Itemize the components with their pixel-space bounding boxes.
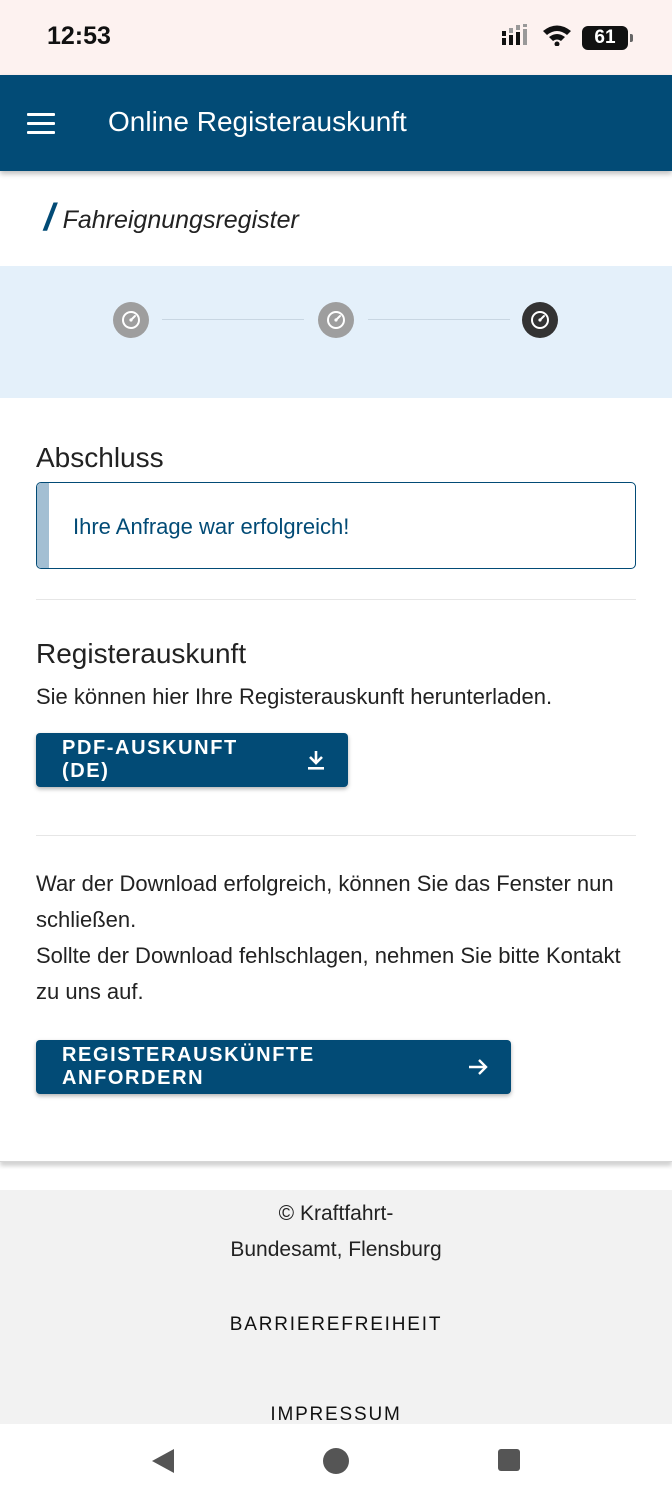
copyright: © Kraftfahrt- Bundesamt, Flensburg bbox=[0, 1196, 672, 1268]
alert-accent-bar bbox=[37, 483, 49, 568]
footer-link-accessibility[interactable]: BARRIEREFREIHEIT bbox=[0, 1314, 672, 1336]
status-bar: 12:53 61 bbox=[0, 0, 672, 75]
download-info-line-1: War der Download erfolgreich, können Sie… bbox=[36, 871, 614, 932]
recents-icon[interactable] bbox=[497, 1448, 521, 1477]
system-nav-bar bbox=[0, 1424, 672, 1496]
content-card-edge bbox=[0, 1152, 672, 1162]
battery-icon: 61 bbox=[582, 25, 633, 50]
request-register-button[interactable]: REGISTERAUSKÜNFTE ANFORDERN bbox=[36, 1040, 511, 1094]
back-icon[interactable] bbox=[150, 1448, 176, 1479]
request-register-label: REGISTERAUSKÜNFTE ANFORDERN bbox=[62, 1044, 315, 1089]
pdf-download-button[interactable]: PDF-AUSKUNFT (DE) bbox=[36, 733, 348, 787]
app-bar: Online Registerauskunft bbox=[0, 75, 672, 171]
step-2-speedometer-icon bbox=[318, 302, 354, 338]
wifi-icon bbox=[542, 24, 572, 51]
step-1-speedometer-icon bbox=[113, 302, 149, 338]
arrow-right-icon bbox=[467, 1057, 489, 1077]
copyright-line-1: © Kraftfahrt- bbox=[278, 1202, 394, 1225]
status-time: 12:53 bbox=[47, 22, 111, 50]
app-title: Online Registerauskunft bbox=[108, 106, 407, 137]
divider bbox=[36, 835, 636, 836]
progress-stepper bbox=[0, 266, 672, 398]
step-3-speedometer-icon bbox=[522, 302, 558, 338]
stepper-connector bbox=[162, 319, 304, 320]
download-icon bbox=[306, 749, 326, 771]
footer: © Kraftfahrt- Bundesamt, Flensburg BARRI… bbox=[0, 1190, 672, 1426]
signal-icon bbox=[502, 24, 532, 51]
home-icon[interactable] bbox=[322, 1447, 350, 1480]
download-info-text: War der Download erfolgreich, können Sie… bbox=[36, 866, 646, 1010]
pdf-download-label: PDF-AUSKUNFT (DE) bbox=[62, 737, 238, 782]
alert-message: Ihre Anfrage war erfolgreich! bbox=[73, 514, 350, 539]
footer-link-imprint[interactable]: IMPRESSUM bbox=[0, 1404, 672, 1426]
download-info-line-2: Sollte der Download fehlschlagen, nehmen… bbox=[36, 943, 621, 1004]
registerauskunft-heading: Registerauskunft bbox=[36, 638, 247, 669]
battery-level: 61 bbox=[594, 26, 616, 48]
stepper-connector bbox=[368, 319, 510, 320]
copyright-line-2: Bundesamt, Flensburg bbox=[230, 1238, 442, 1261]
success-alert: Ihre Anfrage war erfolgreich! bbox=[36, 482, 636, 569]
registerauskunft-description: Sie können hier Ihre Registerauskunft he… bbox=[36, 684, 553, 709]
breadcrumb-separator: / bbox=[44, 197, 55, 239]
hamburger-menu-icon[interactable] bbox=[27, 113, 55, 135]
breadcrumb: / Fahreignungsregister bbox=[44, 197, 299, 240]
divider bbox=[36, 599, 636, 600]
breadcrumb-current: Fahreignungsregister bbox=[62, 206, 299, 234]
status-icons: 61 bbox=[502, 24, 633, 51]
abschluss-heading: Abschluss bbox=[36, 442, 164, 473]
